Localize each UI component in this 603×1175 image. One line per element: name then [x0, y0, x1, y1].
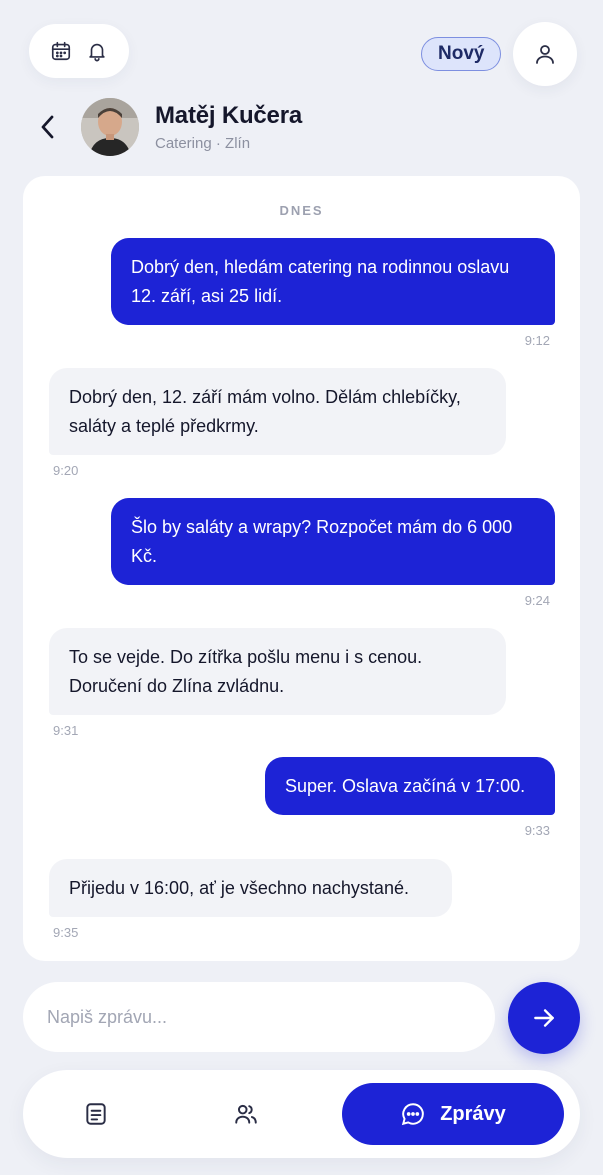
- message-outgoing[interactable]: Šlo by saláty a wrapy? Rozpočet mám do 6…: [111, 498, 555, 585]
- send-button[interactable]: [508, 982, 580, 1054]
- avatar[interactable]: [81, 98, 139, 156]
- arrow-right-icon: [534, 1009, 554, 1027]
- bottom-navigation: Zprávy: [23, 1070, 580, 1158]
- user-icon: [536, 45, 554, 64]
- message-time: 9:20: [53, 463, 79, 478]
- calendar-icon[interactable]: [48, 38, 74, 64]
- bell-icon[interactable]: [84, 38, 110, 64]
- chat-thread: DNES Dobrý den, hledám catering na rodin…: [23, 176, 580, 961]
- contact-name: Matěj Kučera: [155, 102, 302, 129]
- message-time: 9:24: [524, 593, 550, 608]
- status-badge: Nový: [421, 37, 502, 71]
- message-incoming[interactable]: To se vejde. Do zítřka pošlu menu i s ce…: [49, 628, 506, 715]
- nav-item-label: Zprávy: [440, 1102, 506, 1125]
- message-outgoing[interactable]: Dobrý den, hledám catering na rodinnou o…: [111, 238, 555, 325]
- message-input[interactable]: [47, 1006, 467, 1028]
- top-actions-pill: [29, 24, 129, 78]
- nav-item-contacts[interactable]: [232, 1100, 260, 1128]
- message-time: 9:12: [524, 333, 550, 348]
- users-icon: [235, 1104, 257, 1124]
- list-icon: [86, 1103, 106, 1125]
- message-incoming[interactable]: Přijedu v 16:00, ať je všechno nachystan…: [49, 859, 452, 917]
- message-time: 9:31: [53, 723, 79, 738]
- profile-button[interactable]: [513, 22, 577, 86]
- message-time: 9:33: [524, 823, 550, 838]
- message-outgoing[interactable]: Super. Oslava začíná v 17:00.: [265, 757, 555, 815]
- back-button[interactable]: [34, 112, 62, 142]
- message-incoming[interactable]: Dobrý den, 12. září mám volno. Dělám chl…: [49, 368, 506, 455]
- day-divider: DNES: [279, 203, 324, 218]
- contact-subtitle: Catering · Zlín: [155, 135, 251, 152]
- nav-item-messages[interactable]: Zprávy: [342, 1083, 564, 1145]
- chat-icon: [402, 1103, 425, 1126]
- message-time: 9:35: [53, 925, 79, 940]
- back-arrow-icon: [41, 115, 54, 139]
- message-composer: [23, 982, 495, 1052]
- nav-item-list[interactable]: [82, 1100, 110, 1128]
